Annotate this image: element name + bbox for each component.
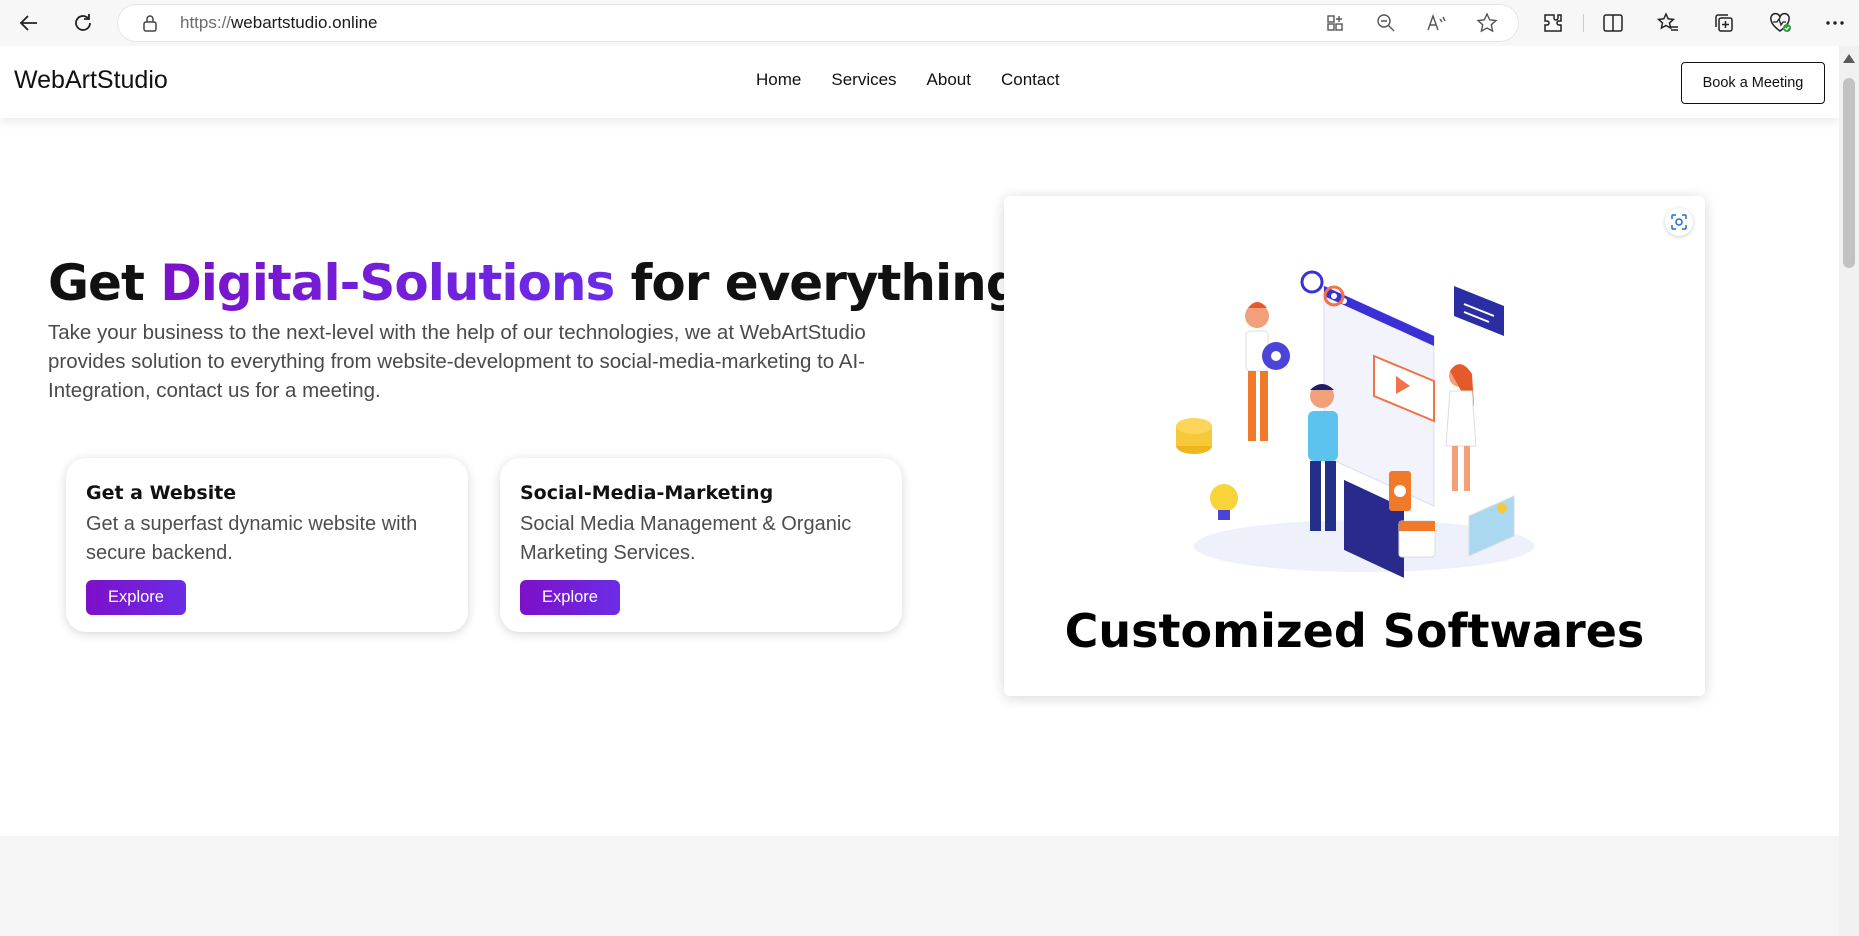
hero-title-accent: Digital-Solutions <box>160 254 615 312</box>
hero-title: Get Digital-Solutions for everything. <box>48 254 1040 312</box>
nav-home[interactable]: Home <box>756 70 801 90</box>
book-meeting-button[interactable]: Book a Meeting <box>1681 62 1825 104</box>
service-card-website: Get a Website Get a superfast dynamic we… <box>66 458 468 632</box>
card-title: Get a Website <box>86 482 237 504</box>
card-description: Social Media Management & Organic Market… <box>520 513 852 564</box>
scroll-up-icon[interactable] <box>1843 54 1855 63</box>
nav-services[interactable]: Services <box>831 70 896 90</box>
site-header: WebArtStudio Home Services About Contact… <box>0 46 1839 118</box>
zoom-icon[interactable] <box>1371 8 1401 38</box>
browser-toolbar: https://webartstudio.online <box>0 0 1859 46</box>
address-bar[interactable]: https://webartstudio.online <box>118 5 1518 41</box>
showcase-caption: Customized Softwares <box>1064 604 1645 658</box>
site-logo[interactable]: WebArtStudio <box>14 66 168 95</box>
extensions-icon[interactable] <box>1538 8 1568 38</box>
explore-smm-button[interactable]: Explore <box>520 580 620 615</box>
split-screen-icon[interactable] <box>1598 8 1628 38</box>
main-nav: Home Services About Contact <box>756 70 1060 90</box>
visual-search-icon[interactable] <box>1665 208 1693 236</box>
read-aloud-icon[interactable] <box>1422 8 1452 38</box>
url-domain: webartstudio.online <box>231 13 378 32</box>
toolbar-divider <box>1583 14 1584 32</box>
web-page: WebArtStudio Home Services About Contact… <box>0 46 1839 936</box>
service-card-smm: Social-Media-Marketing Social Media Mana… <box>500 458 902 632</box>
browser-essentials-icon[interactable] <box>1765 8 1795 38</box>
app-available-icon[interactable] <box>1320 8 1350 38</box>
software-illustration <box>1164 246 1544 586</box>
url-text[interactable]: https://webartstudio.online <box>180 13 378 33</box>
hero-description: Take your business to the next-level wit… <box>48 321 866 402</box>
refresh-icon[interactable] <box>68 8 98 38</box>
favorite-star-icon[interactable] <box>1472 8 1502 38</box>
card-description: Get a superfast dynamic website with sec… <box>86 513 418 564</box>
lock-icon[interactable] <box>142 14 158 32</box>
more-icon[interactable] <box>1820 8 1850 38</box>
hero-title-end: for everything. <box>614 254 1040 312</box>
favorites-icon[interactable] <box>1653 8 1683 38</box>
collections-icon[interactable] <box>1709 8 1739 38</box>
showcase-panel: Customized Softwares <box>1004 196 1705 696</box>
nav-contact[interactable]: Contact <box>1001 70 1060 90</box>
hero-title-start: Get <box>48 254 161 312</box>
url-prefix: https:// <box>180 13 232 32</box>
card-title: Social-Media-Marketing <box>520 482 774 504</box>
page-scrollbar[interactable] <box>1839 46 1859 936</box>
back-icon[interactable] <box>14 8 44 38</box>
next-section <box>0 836 1839 936</box>
explore-website-button[interactable]: Explore <box>86 580 186 615</box>
scroll-thumb[interactable] <box>1843 78 1855 268</box>
nav-about[interactable]: About <box>927 70 971 90</box>
